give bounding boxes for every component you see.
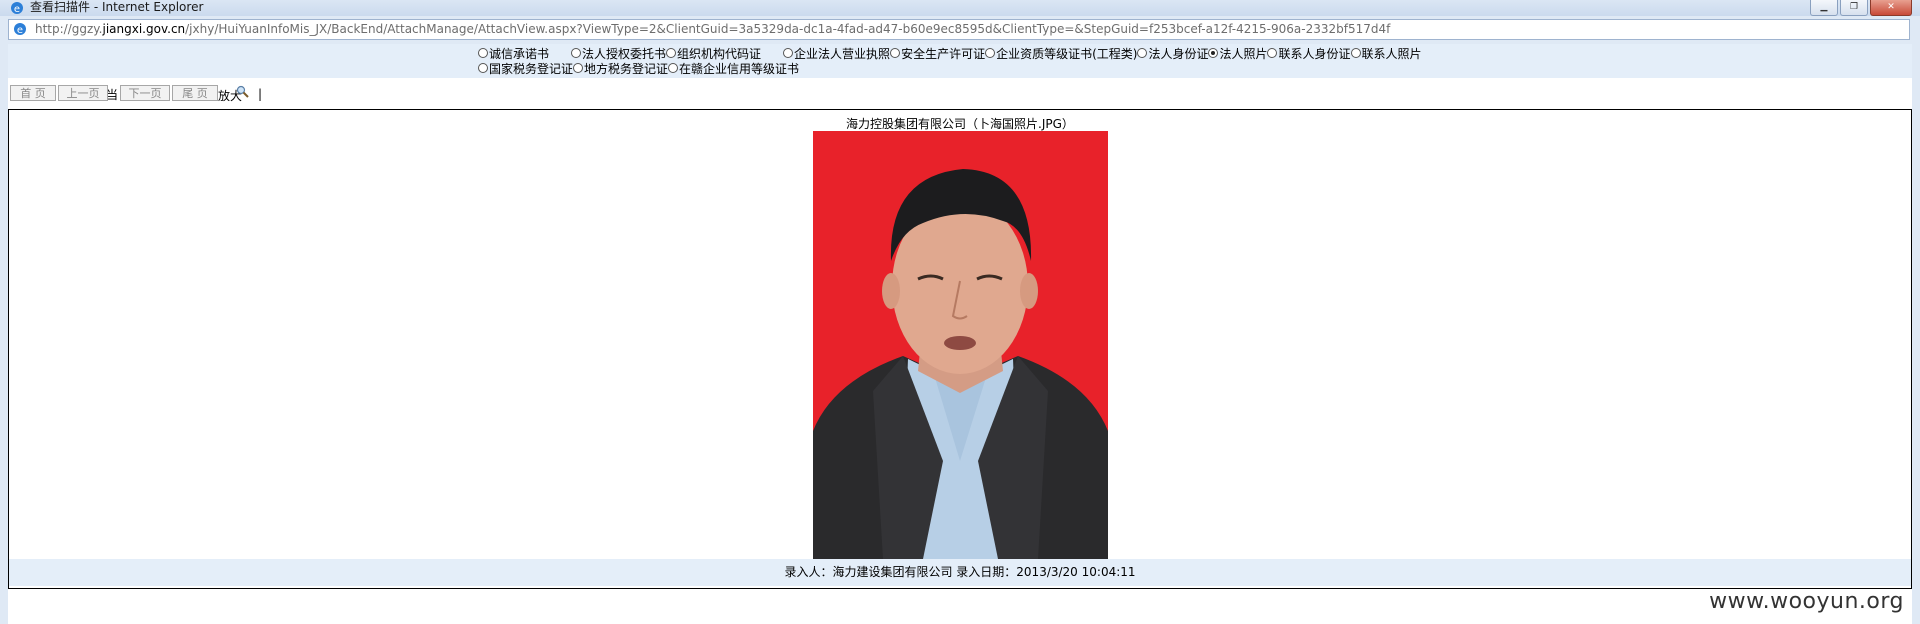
radio-difang-shuiwu-dengjizheng[interactable]: 地方税务登记证: [573, 61, 669, 76]
url-domain: jiangxi.gov.cn: [102, 22, 186, 36]
svg-text:e: e: [14, 4, 20, 15]
radio-qiye-faren-yingye-zhizhao[interactable]: 企业法人营业执照: [783, 46, 891, 61]
svg-text:e: e: [17, 25, 23, 36]
portrait-image: [813, 131, 1108, 559]
radio-lianxiren-zhaopian[interactable]: 联系人照片: [1350, 46, 1422, 61]
radio-circle[interactable]: [571, 48, 582, 58]
radio-faren-shenfenzheng[interactable]: 法人身份证: [1137, 46, 1209, 61]
radio-chengxin-chengnuoshu[interactable]: 诚信承诺书: [478, 46, 549, 61]
close-button[interactable]: ✕: [1870, 0, 1912, 16]
radio-label: 国家税务登记证: [489, 61, 574, 76]
radio-label: 企业法人营业执照: [794, 46, 891, 61]
radio-label: 地方税务登记证: [584, 61, 669, 76]
radio-circle[interactable]: [478, 63, 488, 73]
radio-label: 企业资质等级证书(工程类): [996, 46, 1138, 61]
pager-toolbar: 当 首 页 上一页 下一页 尾 页 放大 |: [8, 85, 408, 103]
attachment-viewer: 海力控股集团有限公司（卜海国照片.JPG） 录入人：海力建设集团有限公司 录入日…: [8, 109, 1912, 589]
radio-label: 在赣企业信用等级证书: [679, 61, 800, 76]
first-page-button[interactable]: 首 页: [10, 85, 56, 101]
radio-label: 安全生产许可证: [901, 46, 986, 61]
radio-row-1: 诚信承诺书 法人授权委托书 组织机构代码证 企业法人营业执照 安全生产许可证 企…: [478, 46, 1422, 61]
legal-person-photo: [813, 131, 1108, 559]
radio-lianxiren-shenfenzheng[interactable]: 联系人身份证: [1267, 46, 1351, 61]
close-icon: ✕: [1887, 2, 1895, 12]
attachment-caption: 海力控股集团有限公司（卜海国照片.JPG）: [846, 117, 1074, 131]
radio-faren-zhaopian[interactable]: 法人照片: [1208, 46, 1268, 61]
radio-guojia-shuiwu-dengjizheng[interactable]: 国家税务登记证: [478, 61, 574, 76]
window-title-bar: e 查看扫描件 - Internet Explorer ▁ ❐ ✕: [0, 0, 1920, 16]
radio-label: 法人照片: [1219, 46, 1268, 61]
next-page-button[interactable]: 下一页: [120, 85, 170, 101]
radio-circle[interactable]: [1350, 48, 1361, 58]
restore-button[interactable]: ❐: [1840, 0, 1868, 16]
radio-circle-checked[interactable]: [1208, 48, 1219, 58]
radio-circle[interactable]: [1137, 48, 1148, 58]
radio-label: 联系人照片: [1361, 46, 1422, 61]
radio-circle[interactable]: [1267, 48, 1278, 58]
url-prefix: http://ggzy.: [35, 22, 103, 36]
prev-page-button[interactable]: 上一页: [58, 85, 108, 101]
radio-circle[interactable]: [783, 48, 794, 58]
minimize-button[interactable]: ▁: [1810, 0, 1838, 16]
radio-circle[interactable]: [573, 63, 584, 73]
radio-label: 联系人身份证: [1278, 46, 1351, 61]
radio-anquan-shengchan-xukezheng[interactable]: 安全生产许可证: [890, 46, 986, 61]
minimize-icon: ▁: [1820, 2, 1828, 12]
radio-circle[interactable]: [478, 48, 488, 58]
radio-label: 法人身份证: [1148, 46, 1209, 61]
radio-circle[interactable]: [666, 48, 677, 58]
restore-icon: ❐: [1849, 2, 1859, 12]
radio-zaigan-qiye-xinyong-dengji[interactable]: 在赣企业信用等级证书: [668, 61, 800, 76]
radio-qiye-zizhi-dengji-zhengshu[interactable]: 企业资质等级证书(工程类): [985, 46, 1138, 61]
last-page-button[interactable]: 尾 页: [172, 85, 218, 101]
radio-circle[interactable]: [668, 63, 679, 73]
page-content: 诚信承诺书 法人授权委托书 组织机构代码证 企业法人营业执照 安全生产许可证 企…: [8, 44, 1912, 624]
radio-row-2: 国家税务登记证 地方税务登记证 在赣企业信用等级证书: [478, 61, 800, 76]
address-bar[interactable]: e http://ggzy.jiangxi.gov.cn/jxhy/HuiYua…: [8, 19, 1910, 40]
url-text[interactable]: http://ggzy.jiangxi.gov.cn/jxhy/HuiYuanI…: [35, 20, 1390, 39]
page-icon: e: [14, 23, 26, 36]
radio-circle[interactable]: [890, 48, 901, 58]
entry-info-footer: 录入人：海力建设集团有限公司 录入日期：2013/3/20 10:04:11: [9, 559, 1911, 586]
radio-zuzhi-jigou-daimazheng[interactable]: 组织机构代码证: [666, 46, 761, 61]
radio-circle[interactable]: [985, 48, 996, 58]
watermark-text: www.wooyun.org: [1709, 589, 1904, 614]
ie-logo-icon: e: [11, 2, 23, 15]
radio-faren-shouquan-weituoshu[interactable]: 法人授权委托书: [571, 46, 666, 61]
url-path: /jxhy/HuiYuanInfoMis_JX/BackEnd/AttachMa…: [185, 22, 1391, 36]
window-title: 查看扫描件 - Internet Explorer: [30, 0, 204, 14]
zoom-icon[interactable]: [236, 85, 250, 99]
attachment-type-selector: 诚信承诺书 法人授权委托书 组织机构代码证 企业法人营业执照 安全生产许可证 企…: [8, 44, 1912, 78]
text-cursor: |: [258, 87, 263, 101]
